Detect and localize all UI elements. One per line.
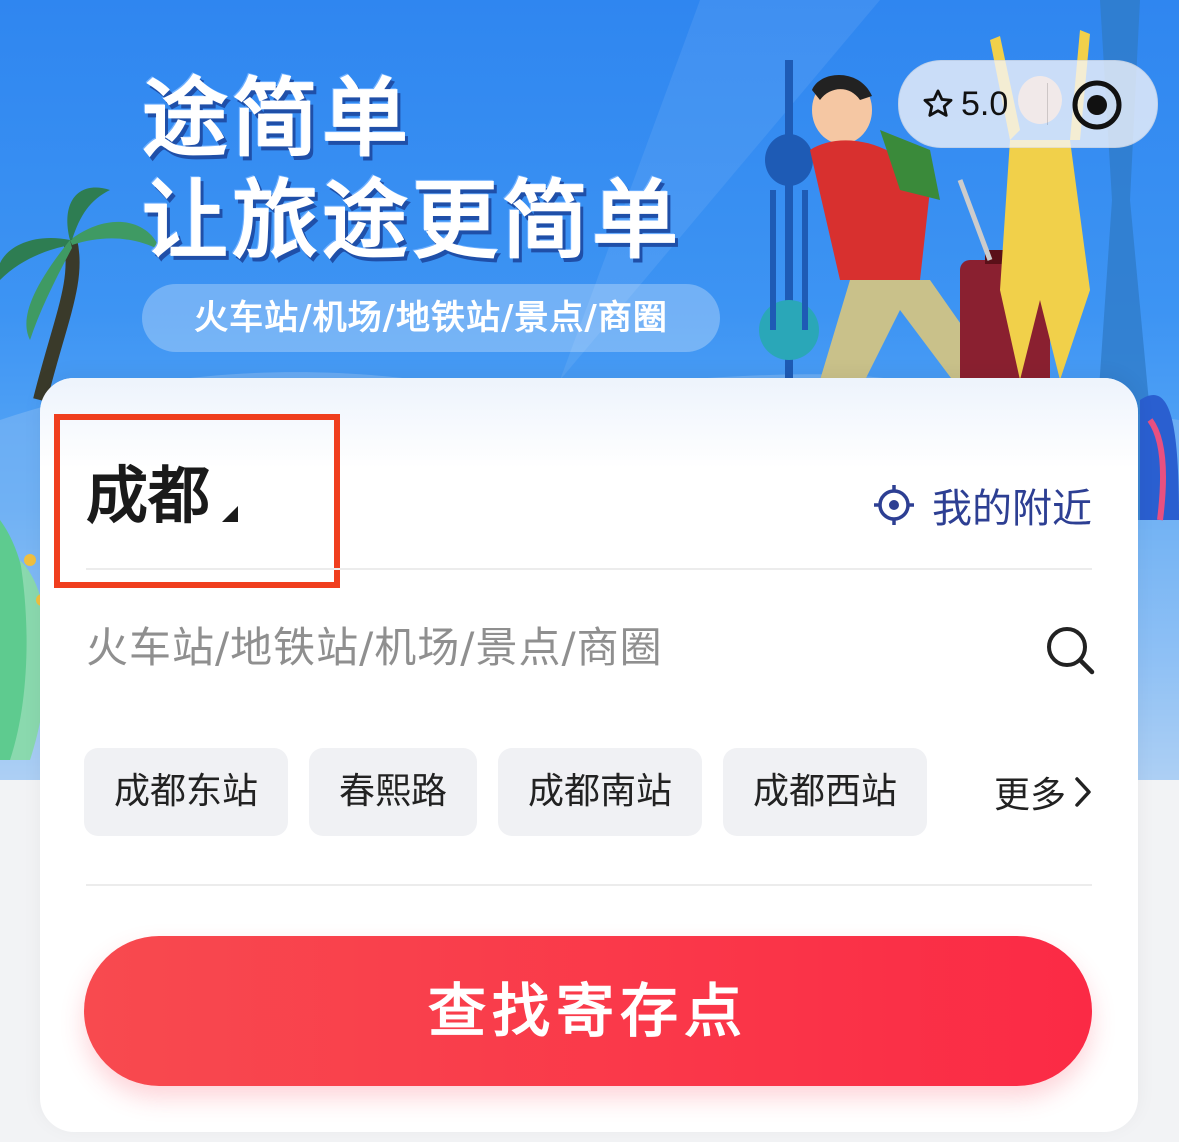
star-outline-icon bbox=[923, 89, 953, 117]
service-tags-pill: 火车站/机场/地铁站/景点/商圈 bbox=[142, 284, 720, 352]
nearby-button[interactable]: 我的附近 bbox=[872, 476, 1092, 534]
quick-tag-chip[interactable]: 成都东站 bbox=[84, 748, 289, 836]
plants-right-illustration bbox=[1140, 395, 1179, 521]
quick-tag-chip[interactable]: 春熙路 bbox=[309, 748, 478, 836]
capsule-divider bbox=[1047, 83, 1048, 125]
quick-tag-chip[interactable]: 成都南站 bbox=[498, 748, 703, 836]
target-dot-icon[interactable] bbox=[1071, 79, 1123, 131]
quick-tag-chip[interactable]: 成都西站 bbox=[723, 748, 928, 836]
miniprogram-capsule: 5.0 bbox=[898, 60, 1158, 148]
more-tags-button[interactable]: 更多 bbox=[994, 748, 1094, 836]
slogan-subtitle: 让旅途更简单 bbox=[142, 171, 682, 271]
palm-tree-illustration bbox=[0, 187, 160, 402]
search-card: 成都 我的附近 火车站/地铁站/机场/景点/商圈 成都东站 春熙路 成都南站 成… bbox=[40, 378, 1138, 1132]
search-icon[interactable] bbox=[1044, 624, 1096, 676]
more-label: 更多 bbox=[993, 775, 1066, 816]
quick-tags: 成都东站 春熙路 成都南站 成都西站 bbox=[84, 748, 948, 836]
divider bbox=[86, 568, 1092, 570]
rating-value: 5.0 bbox=[961, 84, 1009, 123]
chevron-right-icon bbox=[1075, 777, 1091, 807]
find-storage-button[interactable]: 查找寄存点 bbox=[84, 936, 1092, 1086]
highlight-box bbox=[54, 414, 340, 588]
search-input[interactable]: 火车站/地铁站/机场/景点/商圈 bbox=[86, 614, 663, 675]
locate-icon bbox=[874, 485, 914, 525]
divider bbox=[86, 884, 1092, 886]
rating-button[interactable]: 5.0 bbox=[921, 61, 1008, 147]
nearby-label: 我的附近 bbox=[932, 486, 1092, 532]
